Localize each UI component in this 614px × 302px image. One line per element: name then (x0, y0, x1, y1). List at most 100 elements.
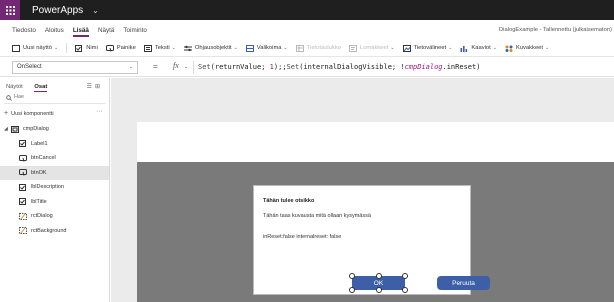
chevron-down-icon: ⌄ (390, 45, 395, 51)
tab-components[interactable]: Osat (34, 84, 47, 90)
tree-node-label: lblDescription (31, 184, 65, 191)
grid-view-icon[interactable]: ⊞ (95, 84, 103, 90)
resize-handle[interactable] (375, 273, 382, 279)
rct-dialog[interactable]: Tähän tulee otsikko Tähän taas kuvausta … (253, 185, 490, 295)
forms-button-label: Lomakkeet (359, 45, 389, 51)
formula-token: );; (273, 63, 287, 71)
gallery-icon (245, 44, 254, 52)
button-icon (105, 44, 114, 52)
label-button-label: Nimi (86, 45, 98, 51)
resize-handle[interactable] (402, 273, 408, 279)
button-button[interactable]: Painike (105, 44, 136, 52)
rectangle-icon (19, 227, 27, 235)
chevron-down-icon: ⌄ (448, 45, 453, 51)
resize-handle[interactable] (375, 287, 382, 293)
forms-button[interactable]: Lomakkeet ⌄ (348, 44, 395, 52)
formula-divider (193, 61, 194, 74)
formula-token: cmpDialog (404, 63, 443, 71)
tree-node-rctdialog[interactable]: rctDialog (0, 209, 109, 224)
controls-button[interactable]: Ohjausobjektit ⌄ (183, 45, 238, 52)
chevron-down-icon: ⌄ (171, 45, 176, 51)
new-screen-icon (12, 44, 20, 52)
formula-token: (returnValue; (210, 63, 270, 71)
formula-bar: OnSelect ⌄ = fx ⌄ Set(returnValue; 1);;S… (0, 58, 614, 77)
resize-handle[interactable] (349, 287, 355, 293)
text-icon (143, 44, 152, 52)
label-icon (19, 198, 27, 206)
ribbon: Uusi näyttö ⌄ Nimi Painike Teksti ⌄ Ohjaus… (0, 40, 614, 57)
tab-toiminto[interactable]: Toiminto (123, 27, 146, 34)
dialog-state-label[interactable]: inReset:false internalreset: false (263, 234, 341, 240)
search-placeholder: Hae (14, 94, 25, 100)
tab-lisaa[interactable]: Lisää (72, 27, 90, 37)
property-select[interactable]: OnSelect ⌄ (12, 61, 138, 74)
gallery-button[interactable]: Valikoima ⌄ (245, 44, 288, 52)
tree-node-btncancel[interactable]: btnCancel (0, 151, 109, 166)
collapse-caret-icon[interactable]: ◢ (4, 126, 8, 132)
tree-node-label: rctBackground (31, 227, 67, 234)
formula-token: .inReset) (442, 63, 481, 71)
plus-icon: + (4, 110, 9, 117)
fx-icon[interactable]: fx (173, 61, 179, 70)
button-icon (19, 169, 27, 176)
controls-icon (183, 45, 192, 52)
new-screen-button[interactable]: Uusi näyttö ⌄ (12, 44, 59, 52)
chevron-down-icon: ⌄ (128, 64, 133, 70)
tab-screens[interactable]: Näytöt (6, 84, 23, 90)
design-canvas[interactable]: Tähän tulee otsikko Tähän taas kuvausta … (111, 78, 614, 302)
more-options-icon[interactable]: ··· (96, 108, 103, 115)
dialog-description[interactable]: Tähän taas kuvausta mitä ollaan kysymäss… (263, 213, 371, 219)
tree-node-rctbackground[interactable]: rctBackground (0, 224, 109, 239)
filter-icon[interactable]: ☰ (87, 84, 95, 90)
media-button[interactable]: Tietovälineet ⌄ (402, 44, 453, 52)
chevron-down-icon[interactable]: ⌄ (92, 6, 99, 15)
formula-input[interactable]: Set(returnValue; 1);;Set(internalDialogV… (198, 63, 480, 71)
tab-tiedosto[interactable]: Tiedosto (12, 27, 36, 34)
datatable-button[interactable]: Tietotaulukko (295, 44, 341, 52)
rectangle-icon (19, 212, 27, 220)
text-button[interactable]: Teksti ⌄ (143, 44, 176, 52)
tree-node-label: btnCancel (31, 155, 56, 162)
panel-tab-icons: ☰⊞ (87, 83, 103, 90)
app-launcher-icon[interactable] (0, 0, 20, 20)
tree-node-cmpdialog[interactable]: ◢ cmpDialog (0, 122, 109, 137)
new-component-label: Uusi komponentti (11, 111, 54, 117)
chevron-down-icon: ⌄ (233, 45, 238, 51)
title-bar: PowerApps ⌄ (0, 0, 614, 20)
datatable-icon (295, 44, 304, 52)
datatable-button-label: Tietotaulukko (306, 45, 341, 51)
media-icon (402, 44, 411, 52)
charts-button[interactable]: Kaaviot ⌄ (460, 45, 497, 52)
formula-token: (internalDialogVisible; ! (299, 63, 405, 71)
chevron-down-icon[interactable]: ⌄ (184, 64, 188, 70)
tree-node-label: btnOK (31, 169, 47, 176)
cancel-button[interactable]: Peruuta (437, 276, 490, 290)
component-tree: ◢ cmpDialog Label1 btnCancel btnOK lblDe… (0, 122, 109, 238)
tree-node-label: Label1 (31, 140, 48, 147)
equals-sign: = (153, 62, 158, 71)
tab-aloitus[interactable]: Aloitus (45, 27, 64, 34)
charts-icon (460, 45, 468, 52)
search-input[interactable]: Hae (4, 94, 106, 104)
document-title: DialogExample - Tallennettu (julkaisemat… (499, 27, 612, 33)
tree-node-label1[interactable]: Label1 (0, 137, 109, 152)
app-name[interactable]: PowerApps (32, 5, 83, 16)
tab-nayta[interactable]: Näytä (98, 27, 114, 34)
dialog-title[interactable]: Tähän tulee otsikko (263, 198, 314, 204)
component-icon (10, 125, 19, 133)
label-button[interactable]: Nimi (75, 44, 98, 52)
resize-handle[interactable] (349, 273, 355, 279)
icons-icon (505, 45, 513, 52)
tree-node-lbldescription[interactable]: lblDescription (0, 180, 109, 195)
formula-token: Set (198, 63, 211, 71)
new-component-button[interactable]: + Uusi komponentti (4, 110, 54, 117)
button-icon (19, 154, 27, 162)
chevron-down-icon: ⌄ (54, 45, 59, 51)
icons-button[interactable]: Kuvakkeet ⌄ (505, 45, 549, 52)
tree-node-btnok[interactable]: btnOK (0, 165, 109, 180)
tree-node-lbltitle[interactable]: lblTitle (0, 195, 109, 210)
text-button-label: Teksti (154, 45, 170, 51)
search-icon (6, 95, 12, 103)
chevron-down-icon: ⌄ (283, 45, 288, 51)
resize-handle[interactable] (402, 287, 408, 293)
